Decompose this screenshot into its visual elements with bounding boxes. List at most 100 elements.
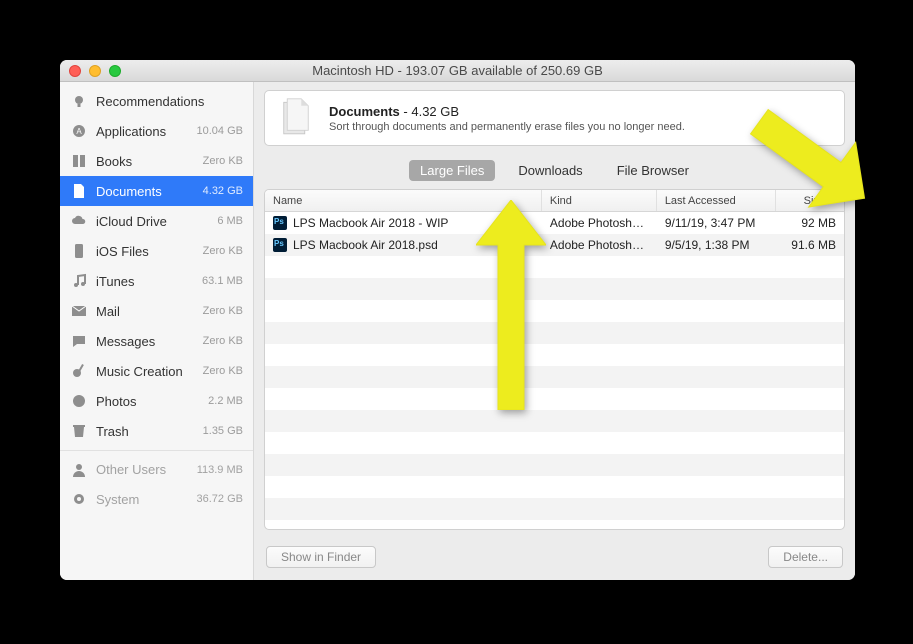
file-name: LPS Macbook Air 2018 - WIP: [293, 216, 448, 230]
users-icon: [70, 461, 88, 479]
sidebar-item-meta: 10.04 GB: [197, 125, 243, 137]
empty-row: [265, 454, 844, 476]
file-last-accessed: 9/11/19, 3:47 PM: [657, 216, 776, 230]
sort-descending-icon: ▼: [828, 196, 836, 205]
file-last-accessed: 9/5/19, 1:38 PM: [657, 238, 776, 252]
documents-icon: [275, 97, 317, 139]
sidebar-item-label: Documents: [96, 184, 195, 199]
window-title: Macintosh HD - 193.07 GB available of 25…: [60, 63, 855, 78]
svg-text:A: A: [76, 127, 82, 136]
sidebar: Recommendations A Applications 10.04 GB Book…: [60, 82, 254, 580]
sidebar-item-meta: Zero KB: [203, 305, 243, 317]
sidebar-item-documents[interactable]: Documents 4.32 GB: [60, 176, 253, 206]
trash-icon: [70, 422, 88, 440]
sidebar-item-meta: 4.32 GB: [203, 185, 243, 197]
main-panel: Documents - 4.32 GB Sort through documen…: [254, 82, 855, 580]
sidebar-item-meta: Zero KB: [203, 335, 243, 347]
category-subtitle: Sort through documents and permanently e…: [329, 121, 834, 133]
empty-row: [265, 498, 844, 520]
sidebar-item-label: Mail: [96, 304, 195, 319]
sidebar-item-label: Photos: [96, 394, 200, 409]
phone-icon: [70, 242, 88, 260]
empty-row: [265, 388, 844, 410]
sidebar-item-applications[interactable]: A Applications 10.04 GB: [60, 116, 253, 146]
book-icon: [70, 152, 88, 170]
photoshop-file-icon: Ps: [273, 238, 287, 252]
sidebar-item-meta: 36.72 GB: [197, 493, 243, 505]
sidebar-item-photos[interactable]: Photos 2.2 MB: [60, 386, 253, 416]
sidebar-item-label: Trash: [96, 424, 195, 439]
sidebar-item-label: Applications: [96, 124, 189, 139]
sidebar-item-label: System: [96, 492, 189, 507]
file-size: 91.6 MB: [776, 238, 844, 252]
cloud-icon: [70, 212, 88, 230]
category-header: Documents - 4.32 GB Sort through documen…: [264, 90, 845, 146]
window-body: Recommendations A Applications 10.04 GB Book…: [60, 82, 855, 580]
sidebar-item-itunes[interactable]: iTunes 63.1 MB: [60, 266, 253, 296]
sidebar-item-meta: Zero KB: [203, 365, 243, 377]
lightbulb-icon: [70, 92, 88, 110]
sidebar-item-books[interactable]: BooksZero KB: [60, 146, 253, 176]
column-header-kind[interactable]: Kind: [542, 190, 657, 211]
tab-downloads[interactable]: Downloads: [507, 160, 593, 181]
sidebar-item-trash[interactable]: Trash 1.35 GB: [60, 416, 253, 446]
footer: Show in Finder Delete...: [254, 538, 855, 580]
file-kind: Adobe Photoshop...: [542, 238, 657, 252]
sidebar-item-icloud-drive[interactable]: iCloud Drive 6 MB: [60, 206, 253, 236]
photoshop-file-icon: Ps: [273, 216, 287, 230]
sidebar-item-meta: 63.1 MB: [202, 275, 243, 287]
sidebar-item-label: iCloud Drive: [96, 214, 209, 229]
empty-row: [265, 410, 844, 432]
empty-row: [265, 344, 844, 366]
file-name-cell: PsLPS Macbook Air 2018.psd: [265, 238, 542, 252]
delete-button[interactable]: Delete...: [768, 546, 843, 568]
sidebar-item-label: iOS Files: [96, 244, 195, 259]
tab-file-browser[interactable]: File Browser: [606, 160, 700, 181]
sidebar-item-mail[interactable]: Mail Zero KB: [60, 296, 253, 326]
sidebar-item-meta: 6 MB: [217, 215, 243, 227]
column-header-last-accessed[interactable]: Last Accessed: [657, 190, 776, 211]
category-title: Documents: [329, 104, 400, 119]
app-icon: A: [70, 122, 88, 140]
file-size: 92 MB: [776, 216, 844, 230]
sidebar-item-label: Messages: [96, 334, 195, 349]
empty-row: [265, 256, 844, 278]
category-header-text: Documents - 4.32 GB Sort through documen…: [329, 103, 834, 133]
doc-icon: [70, 182, 88, 200]
file-row[interactable]: PsLPS Macbook Air 2018.psdAdobe Photosho…: [265, 234, 844, 256]
column-header-name[interactable]: Name: [265, 190, 542, 211]
sidebar-item-label: Recommendations: [96, 94, 235, 109]
sidebar-item-meta: 113.9 MB: [197, 464, 243, 476]
show-in-finder-button[interactable]: Show in Finder: [266, 546, 376, 568]
sidebar-item-meta: 2.2 MB: [208, 395, 243, 407]
column-header-size-label: Size: [804, 195, 825, 207]
sidebar-item-meta: Zero KB: [203, 155, 243, 167]
sidebar-item-label: iTunes: [96, 274, 194, 289]
file-list: Name Kind Last Accessed Size ▼ PsLPS Mac…: [264, 189, 845, 530]
mail-icon: [70, 302, 88, 320]
sidebar-item-meta: Zero KB: [203, 245, 243, 257]
empty-row: [265, 300, 844, 322]
file-kind: Adobe Photoshop...: [542, 216, 657, 230]
titlebar: Macintosh HD - 193.07 GB available of 25…: [60, 60, 855, 82]
sidebar-item-messages[interactable]: Messages Zero KB: [60, 326, 253, 356]
storage-management-window: Macintosh HD - 193.07 GB available of 25…: [60, 60, 855, 580]
sidebar-item-meta: 1.35 GB: [203, 425, 243, 437]
sidebar-item-other-users[interactable]: Other Users 113.9 MB: [60, 450, 253, 484]
sidebar-item-label: Other Users: [96, 462, 189, 477]
sidebar-item-music-creation[interactable]: Music Creation Zero KB: [60, 356, 253, 386]
empty-row: [265, 322, 844, 344]
empty-row: [265, 278, 844, 300]
guitar-icon: [70, 362, 88, 380]
sidebar-item-ios-files[interactable]: iOS Files Zero KB: [60, 236, 253, 266]
file-rows[interactable]: Ps LPS Macbook Air 2018 - WIP Adobe Photos…: [265, 212, 844, 529]
sidebar-item-label: Music Creation: [96, 364, 195, 379]
empty-row: [265, 366, 844, 388]
tab-large-files[interactable]: Large Files: [409, 160, 495, 181]
sidebar-item-recommendations[interactable]: Recommendations: [60, 86, 253, 116]
sidebar-item-system[interactable]: System 36.72 GB: [60, 484, 253, 514]
file-row[interactable]: Ps LPS Macbook Air 2018 - WIP Adobe Photos…: [265, 212, 844, 234]
chat-icon: [70, 332, 88, 350]
music-icon: [70, 272, 88, 290]
column-header-size[interactable]: Size ▼: [776, 190, 844, 211]
